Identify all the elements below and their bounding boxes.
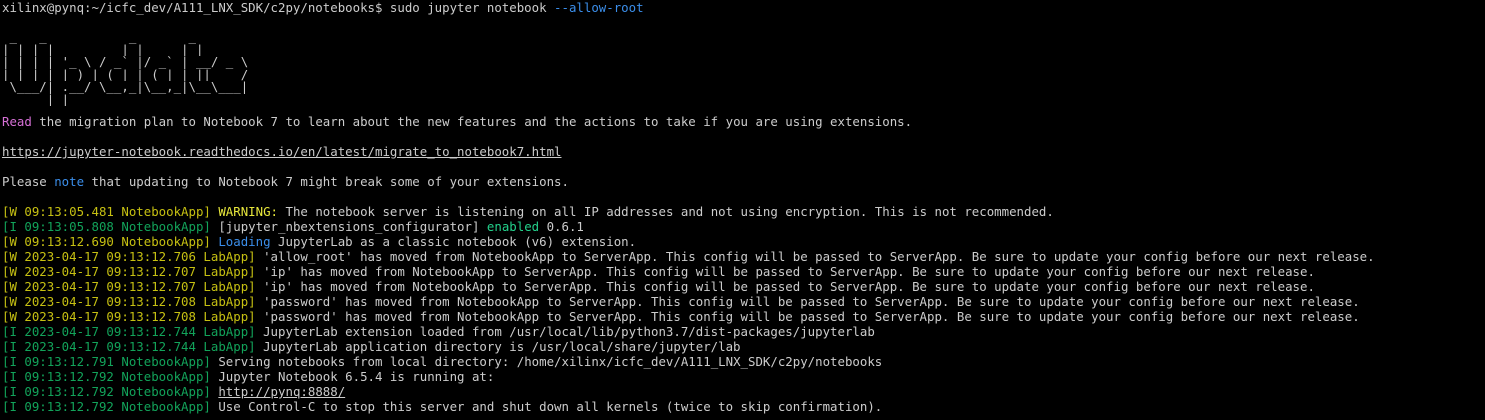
log-prefix: [W 2023-04-17 09:13:12.707 LabApp] bbox=[2, 279, 264, 294]
log-message: Serving notebooks from local directory: … bbox=[218, 354, 883, 369]
log-prefix: [W 09:13:05.481 NotebookApp] bbox=[2, 204, 219, 219]
log-line: [W 09:13:12.690 NotebookApp] Loading Jup… bbox=[2, 234, 1485, 249]
log-line: [I 2023-04-17 09:13:12.744 LabApp] Jupyt… bbox=[2, 324, 1485, 339]
log-prefix: [I 2023-04-17 09:13:12.744 LabApp] bbox=[2, 339, 264, 354]
warning-keyword: WARNING: bbox=[218, 204, 279, 219]
command-flag: --allow-root bbox=[554, 0, 644, 15]
log-line: [W 2023-04-17 09:13:12.708 LabApp] 'pass… bbox=[2, 294, 1485, 309]
command-prompt-line: xilinx@pynq:~/icfc_dev/A111_LNX_SDK/c2py… bbox=[2, 0, 1485, 15]
read-keyword: Read bbox=[2, 114, 32, 129]
log-message: JupyterLab application directory is /usr… bbox=[263, 339, 741, 354]
log-line: [I 09:13:12.791 NotebookApp] Serving not… bbox=[2, 354, 1485, 369]
prompt-text: xilinx@pynq:~/icfc_dev/A111_LNX_SDK/c2py… bbox=[2, 0, 555, 15]
log-message: Jupyter Notebook 6.5.4 is running at: bbox=[218, 369, 495, 384]
log-message: JupyterLab extension loaded from /usr/lo… bbox=[263, 324, 875, 339]
server-log: [W 09:13:05.481 NotebookApp] WARNING: Th… bbox=[2, 204, 1485, 414]
log-prefix: [I 09:13:12.791 NotebookApp] bbox=[2, 354, 219, 369]
log-prefix: [W 2023-04-17 09:13:12.706 LabApp] bbox=[2, 249, 264, 264]
ascii-art-line: _ _ _ _ bbox=[2, 31, 249, 44]
log-line: [I 2023-04-17 09:13:12.744 LabApp] Jupyt… bbox=[2, 339, 1485, 354]
note-line: Please note that updating to Notebook 7 … bbox=[2, 174, 1485, 189]
log-line: [I 09:13:12.792 NotebookApp] Use Control… bbox=[2, 399, 1485, 414]
migration-url-link[interactable]: https://jupyter-notebook.readthedocs.io/… bbox=[2, 144, 562, 159]
log-line: [W 09:13:05.481 NotebookApp] WARNING: Th… bbox=[2, 204, 1485, 219]
log-prefix: [I 09:13:12.792 NotebookApp] bbox=[2, 384, 219, 399]
log-prefix: [W 09:13:12.690 NotebookApp] bbox=[2, 234, 219, 249]
ascii-art-line: |_| bbox=[2, 93, 249, 106]
enabled-keyword: enabled bbox=[486, 219, 540, 234]
log-line: [W 2023-04-17 09:13:12.706 LabApp] 'allo… bbox=[2, 249, 1485, 264]
note-text-2: that updating to Notebook 7 might break … bbox=[84, 174, 569, 189]
note-text-1: Please bbox=[2, 174, 55, 189]
log-prefix: [I 09:13:12.792 NotebookApp] bbox=[2, 399, 219, 414]
terminal-window[interactable]: xilinx@pynq:~/icfc_dev/A111_LNX_SDK/c2py… bbox=[0, 0, 1485, 420]
server-url-link[interactable]: http://pynq:8888/ bbox=[218, 384, 345, 399]
ascii-art-line: | | | |_ __ __| | __ _| |_ ___ bbox=[2, 43, 249, 56]
ascii-art-line: | | | | '_ \ / _` |/ _` | __/ _ \ bbox=[2, 56, 249, 69]
ascii-art-banner: _ _ _ _ | | | |_ __ __| | __ _| |_ ___ |… bbox=[2, 15, 1485, 114]
log-message: 'password' has moved from NotebookApp to… bbox=[263, 294, 1360, 309]
log-prefix: [W 2023-04-17 09:13:12.708 LabApp] bbox=[2, 294, 264, 309]
note-keyword: note bbox=[54, 174, 85, 189]
log-message: The notebook server is listening on all … bbox=[278, 204, 1054, 219]
ascii-art-line: | |_| | |_) | (_| | (_| | || __/ bbox=[2, 68, 249, 81]
log-message: 'allow_root' has moved from NotebookApp … bbox=[263, 249, 1375, 264]
log-message: 'ip' has moved from NotebookApp to Serve… bbox=[263, 279, 1315, 294]
log-message: 'ip' has moved from NotebookApp to Serve… bbox=[263, 264, 1315, 279]
read-text: the migration plan to Notebook 7 to lear… bbox=[31, 114, 913, 129]
log-prefix: [W 2023-04-17 09:13:12.707 LabApp] bbox=[2, 264, 264, 279]
log-message: 'password' has moved from NotebookApp to… bbox=[263, 309, 1360, 324]
log-prefix: [W 2023-04-17 09:13:12.708 LabApp] bbox=[2, 309, 264, 324]
log-line: [W 2023-04-17 09:13:12.707 LabApp] 'ip' … bbox=[2, 264, 1485, 279]
loading-keyword: Loading bbox=[218, 234, 271, 249]
log-prefix: [I 09:13:12.792 NotebookApp] bbox=[2, 369, 219, 384]
log-line: [W 2023-04-17 09:13:12.708 LabApp] 'pass… bbox=[2, 309, 1485, 324]
log-line: [W 2023-04-17 09:13:12.707 LabApp] 'ip' … bbox=[2, 279, 1485, 294]
log-line: [I 09:13:12.792 NotebookApp] Jupyter Not… bbox=[2, 369, 1485, 384]
ascii-art-line: \___/| .__/ \__,_|\__,_|\__\___| bbox=[2, 81, 249, 94]
log-prefix: [I 2023-04-17 09:13:12.744 LabApp] bbox=[2, 324, 264, 339]
log-message: Use Control-C to stop this server and sh… bbox=[218, 399, 883, 414]
log-message: [jupyter_nbextensions_configurator] bbox=[218, 219, 487, 234]
log-message: 0.6.1 bbox=[539, 219, 584, 234]
log-message: JupyterLab as a classic notebook (v6) ex… bbox=[270, 234, 637, 249]
log-prefix: [I 09:13:05.808 NotebookApp] bbox=[2, 219, 219, 234]
migration-read-line: Read the migration plan to Notebook 7 to… bbox=[2, 114, 1485, 129]
log-line: [I 09:13:12.792 NotebookApp] http://pynq… bbox=[2, 384, 1485, 399]
log-line: [I 09:13:05.808 NotebookApp] [jupyter_nb… bbox=[2, 219, 1485, 234]
migration-url-line: https://jupyter-notebook.readthedocs.io/… bbox=[2, 144, 1485, 159]
